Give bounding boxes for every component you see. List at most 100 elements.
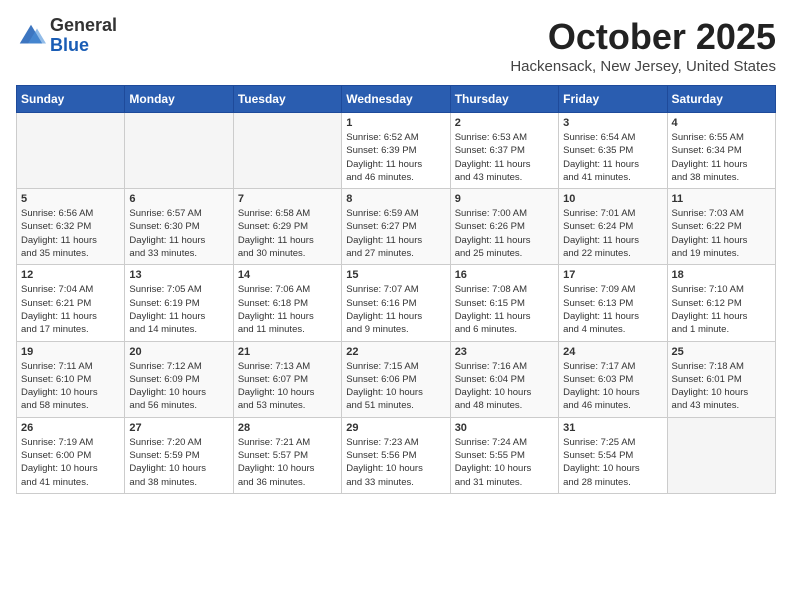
day-info: Sunrise: 7:25 AM Sunset: 5:54 PM Dayligh… (563, 436, 662, 489)
page-header: General Blue October 2025 Hackensack, Ne… (16, 16, 776, 75)
week-row-4: 19Sunrise: 7:11 AM Sunset: 6:10 PM Dayli… (17, 341, 776, 417)
day-info: Sunrise: 7:17 AM Sunset: 6:03 PM Dayligh… (563, 360, 662, 413)
calendar-cell: 6 Sunrise: 6:57 AM Sunset: 6:30 PM Daylig… (125, 189, 233, 265)
day-number: 27 (129, 422, 228, 434)
week-row-2: 5 Sunrise: 6:56 AM Sunset: 6:32 PM Daylig… (17, 189, 776, 265)
location: Hackensack, New Jersey, United States (510, 58, 776, 75)
day-info: Sunrise: 7:07 AM Sunset: 6:16 PM Dayligh… (346, 283, 445, 336)
calendar-cell: 1 Sunrise: 6:52 AM Sunset: 6:39 PM Daylig… (342, 113, 450, 189)
calendar-cell (233, 113, 341, 189)
day-number: 28 (238, 422, 337, 434)
weekday-header-row: SundayMondayTuesdayWednesdayThursdayFrid… (17, 86, 776, 113)
day-info: Sunrise: 7:19 AM Sunset: 6:00 PM Dayligh… (21, 436, 120, 489)
day-number: 3 (563, 117, 662, 129)
day-info: Sunrise: 7:23 AM Sunset: 5:56 PM Dayligh… (346, 436, 445, 489)
calendar-cell: 15Sunrise: 7:07 AM Sunset: 6:16 PM Dayli… (342, 265, 450, 341)
day-number: 26 (21, 422, 120, 434)
day-number: 5 (21, 193, 120, 205)
calendar-cell: 2Sunrise: 6:53 AM Sunset: 6:37 PM Daylig… (450, 113, 558, 189)
day-info: Sunrise: 6:54 AM Sunset: 6:35 PM Dayligh… (563, 131, 662, 184)
day-number: 4 (672, 117, 771, 129)
day-info: Sunrise: 6:59 AM Sunset: 6:27 PM Dayligh… (346, 207, 445, 260)
day-info: Sunrise: 6:56 AM Sunset: 6:32 PM Dayligh… (21, 207, 120, 260)
calendar-cell: 30 Sunrise: 7:24 AM Sunset: 5:55 PM Dayli… (450, 417, 558, 493)
day-info: Sunrise: 6:57 AM Sunset: 6:30 PM Dayligh… (129, 207, 228, 260)
calendar-cell: 17 Sunrise: 7:09 AM Sunset: 6:13 PM Dayli… (559, 265, 667, 341)
weekday-header-tuesday: Tuesday (233, 86, 341, 113)
calendar-cell: 21 Sunrise: 7:13 AM Sunset: 6:07 PM Dayli… (233, 341, 341, 417)
calendar-cell: 25 Sunrise: 7:18 AM Sunset: 6:01 PM Dayli… (667, 341, 775, 417)
calendar-cell (125, 113, 233, 189)
calendar-cell: 5 Sunrise: 6:56 AM Sunset: 6:32 PM Daylig… (17, 189, 125, 265)
calendar-table: SundayMondayTuesdayWednesdayThursdayFrid… (16, 85, 776, 494)
calendar-cell: 26 Sunrise: 7:19 AM Sunset: 6:00 PM Dayli… (17, 417, 125, 493)
day-number: 25 (672, 346, 771, 358)
day-number: 12 (21, 269, 120, 281)
calendar-cell: 7 Sunrise: 6:58 AM Sunset: 6:29 PM Daylig… (233, 189, 341, 265)
calendar-cell: 31 Sunrise: 7:25 AM Sunset: 5:54 PM Dayli… (559, 417, 667, 493)
weekday-header-sunday: Sunday (17, 86, 125, 113)
weekday-header-monday: Monday (125, 86, 233, 113)
logo-blue-text: Blue (50, 35, 89, 55)
day-info: Sunrise: 7:01 AM Sunset: 6:24 PM Dayligh… (563, 207, 662, 260)
calendar-cell: 13Sunrise: 7:05 AM Sunset: 6:19 PM Dayli… (125, 265, 233, 341)
day-number: 19 (21, 346, 120, 358)
day-number: 22 (346, 346, 445, 358)
day-number: 23 (455, 346, 554, 358)
logo-text: General Blue (50, 16, 117, 56)
day-number: 31 (563, 422, 662, 434)
weekday-header-wednesday: Wednesday (342, 86, 450, 113)
week-row-3: 12Sunrise: 7:04 AM Sunset: 6:21 PM Dayli… (17, 265, 776, 341)
day-info: Sunrise: 6:58 AM Sunset: 6:29 PM Dayligh… (238, 207, 337, 260)
day-info: Sunrise: 7:20 AM Sunset: 5:59 PM Dayligh… (129, 436, 228, 489)
day-info: Sunrise: 7:10 AM Sunset: 6:12 PM Dayligh… (672, 283, 771, 336)
day-info: Sunrise: 7:21 AM Sunset: 5:57 PM Dayligh… (238, 436, 337, 489)
logo-icon (16, 21, 46, 51)
calendar-cell: 20Sunrise: 7:12 AM Sunset: 6:09 PM Dayli… (125, 341, 233, 417)
day-info: Sunrise: 7:03 AM Sunset: 6:22 PM Dayligh… (672, 207, 771, 260)
day-info: Sunrise: 7:13 AM Sunset: 6:07 PM Dayligh… (238, 360, 337, 413)
day-number: 29 (346, 422, 445, 434)
day-info: Sunrise: 7:24 AM Sunset: 5:55 PM Dayligh… (455, 436, 554, 489)
day-number: 21 (238, 346, 337, 358)
day-number: 13 (129, 269, 228, 281)
day-info: Sunrise: 7:09 AM Sunset: 6:13 PM Dayligh… (563, 283, 662, 336)
logo-general-text: General (50, 15, 117, 35)
calendar-cell: 27 Sunrise: 7:20 AM Sunset: 5:59 PM Dayli… (125, 417, 233, 493)
calendar-cell: 29 Sunrise: 7:23 AM Sunset: 5:56 PM Dayli… (342, 417, 450, 493)
day-number: 8 (346, 193, 445, 205)
calendar-cell: 8 Sunrise: 6:59 AM Sunset: 6:27 PM Daylig… (342, 189, 450, 265)
calendar-cell: 11 Sunrise: 7:03 AM Sunset: 6:22 PM Dayli… (667, 189, 775, 265)
calendar-cell: 28 Sunrise: 7:21 AM Sunset: 5:57 PM Dayli… (233, 417, 341, 493)
day-number: 6 (129, 193, 228, 205)
weekday-header-saturday: Saturday (667, 86, 775, 113)
day-info: Sunrise: 7:16 AM Sunset: 6:04 PM Dayligh… (455, 360, 554, 413)
calendar-cell: 4Sunrise: 6:55 AM Sunset: 6:34 PM Daylig… (667, 113, 775, 189)
day-number: 16 (455, 269, 554, 281)
day-number: 1 (346, 117, 445, 129)
calendar-cell: 18 Sunrise: 7:10 AM Sunset: 6:12 PM Dayli… (667, 265, 775, 341)
day-number: 30 (455, 422, 554, 434)
calendar-cell: 22 Sunrise: 7:15 AM Sunset: 6:06 PM Dayli… (342, 341, 450, 417)
calendar-cell (667, 417, 775, 493)
day-number: 10 (563, 193, 662, 205)
day-number: 18 (672, 269, 771, 281)
day-number: 7 (238, 193, 337, 205)
day-number: 14 (238, 269, 337, 281)
weekday-header-thursday: Thursday (450, 86, 558, 113)
week-row-1: 1 Sunrise: 6:52 AM Sunset: 6:39 PM Daylig… (17, 113, 776, 189)
title-block: October 2025 Hackensack, New Jersey, Uni… (510, 16, 776, 75)
day-number: 11 (672, 193, 771, 205)
calendar-cell: 19Sunrise: 7:11 AM Sunset: 6:10 PM Dayli… (17, 341, 125, 417)
day-number: 17 (563, 269, 662, 281)
calendar-cell: 23 Sunrise: 7:16 AM Sunset: 6:04 PM Dayli… (450, 341, 558, 417)
calendar-cell: 10 Sunrise: 7:01 AM Sunset: 6:24 PM Dayli… (559, 189, 667, 265)
day-number: 20 (129, 346, 228, 358)
day-info: Sunrise: 6:52 AM Sunset: 6:39 PM Dayligh… (346, 131, 445, 184)
day-info: Sunrise: 7:15 AM Sunset: 6:06 PM Dayligh… (346, 360, 445, 413)
calendar-cell: 24 Sunrise: 7:17 AM Sunset: 6:03 PM Dayli… (559, 341, 667, 417)
day-number: 9 (455, 193, 554, 205)
day-info: Sunrise: 7:18 AM Sunset: 6:01 PM Dayligh… (672, 360, 771, 413)
week-row-5: 26 Sunrise: 7:19 AM Sunset: 6:00 PM Dayli… (17, 417, 776, 493)
day-number: 24 (563, 346, 662, 358)
